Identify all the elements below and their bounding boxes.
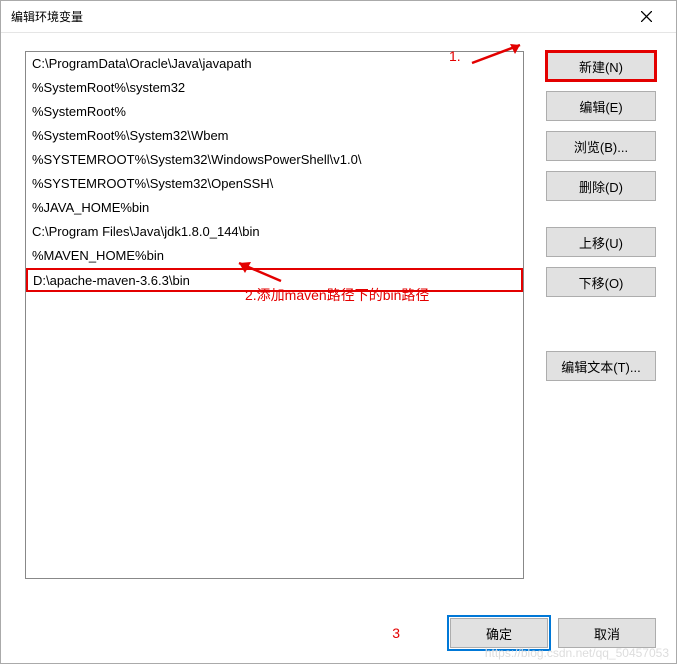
edit-button[interactable]: 编辑(E) bbox=[546, 91, 656, 121]
new-button[interactable]: 新建(N) bbox=[546, 51, 656, 81]
window-title: 编辑环境变量 bbox=[11, 8, 626, 25]
list-item-editing[interactable]: D:\apache-maven-3.6.3\bin bbox=[26, 268, 523, 292]
path-listbox[interactable]: C:\ProgramData\Oracle\Java\javapath %Sys… bbox=[25, 51, 524, 579]
dialog-footer: 3 确定 取消 bbox=[1, 603, 676, 663]
list-item[interactable]: %JAVA_HOME%bin bbox=[26, 196, 523, 220]
browse-button[interactable]: 浏览(B)... bbox=[546, 131, 656, 161]
dialog-body: C:\ProgramData\Oracle\Java\javapath %Sys… bbox=[1, 33, 676, 603]
list-item[interactable]: %SystemRoot%\System32\Wbem bbox=[26, 124, 523, 148]
close-icon bbox=[641, 11, 652, 22]
list-item[interactable]: %SystemRoot% bbox=[26, 100, 523, 124]
list-item[interactable]: %SystemRoot%\system32 bbox=[26, 76, 523, 100]
close-button[interactable] bbox=[626, 1, 666, 33]
move-down-button[interactable]: 下移(O) bbox=[546, 267, 656, 297]
move-up-button[interactable]: 上移(U) bbox=[546, 227, 656, 257]
edit-text-button[interactable]: 编辑文本(T)... bbox=[546, 351, 656, 381]
cancel-button[interactable]: 取消 bbox=[558, 618, 656, 648]
delete-button[interactable]: 删除(D) bbox=[546, 171, 656, 201]
annotation-step3: 3 bbox=[392, 625, 400, 641]
list-item[interactable]: C:\ProgramData\Oracle\Java\javapath bbox=[26, 52, 523, 76]
list-item[interactable]: %MAVEN_HOME%bin bbox=[26, 244, 523, 268]
ok-button[interactable]: 确定 bbox=[450, 618, 548, 648]
button-column: 新建(N) 编辑(E) 浏览(B)... 删除(D) 上移(U) 下移(O) 编… bbox=[546, 51, 656, 603]
list-item[interactable]: %SYSTEMROOT%\System32\WindowsPowerShell\… bbox=[26, 148, 523, 172]
list-item[interactable]: C:\Program Files\Java\jdk1.8.0_144\bin bbox=[26, 220, 523, 244]
list-item[interactable]: %SYSTEMROOT%\System32\OpenSSH\ bbox=[26, 172, 523, 196]
titlebar: 编辑环境变量 bbox=[1, 1, 676, 33]
dialog-window: 编辑环境变量 C:\ProgramData\Oracle\Java\javapa… bbox=[0, 0, 677, 664]
